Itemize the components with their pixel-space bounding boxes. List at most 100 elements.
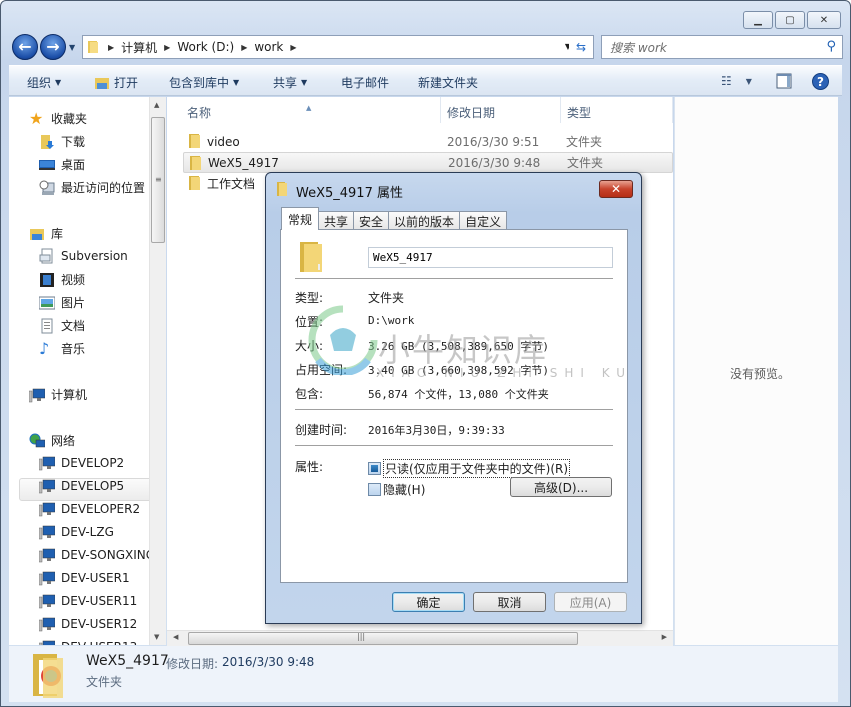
sidebar-favorites[interactable]: ★ 收藏夹 xyxy=(29,110,87,127)
minimize-button[interactable]: ▁ xyxy=(743,11,773,29)
close-button[interactable]: ✕ xyxy=(807,11,841,29)
refresh-icon: ⇆ xyxy=(575,40,587,54)
cancel-button[interactable]: 取消 xyxy=(473,592,546,612)
breadcrumb-drive[interactable]: Work (D:) xyxy=(177,40,234,54)
column-divider[interactable] xyxy=(560,97,561,123)
sidebar-libraries[interactable]: 库 xyxy=(29,225,63,242)
sidebar-item-network-pc[interactable]: DEVELOP5 xyxy=(39,478,124,494)
sidebar-item-network-pc[interactable]: DEV-USER1 xyxy=(39,570,130,586)
breadcrumb-computer[interactable]: 计算机 xyxy=(121,39,157,56)
tab-sharing[interactable]: 共享 xyxy=(318,211,355,230)
sidebar-item-subversion[interactable]: Subversion xyxy=(39,248,128,264)
file-row[interactable]: video 2016/3/30 9:51 文件夹 xyxy=(183,131,673,152)
close-icon: ✕ xyxy=(610,182,622,196)
sidebar-network[interactable]: 网络 xyxy=(29,432,75,449)
sidebar-item-network-pc[interactable]: DEV-USER12 xyxy=(39,616,137,632)
navigation-bar: ← → ▼ ▶ 计算机 ▶ Work (D:) ▶ work ▶ ▼ ⇆ 搜索 … xyxy=(9,34,843,60)
sidebar-item-desktop[interactable]: 桌面 xyxy=(39,156,85,173)
sidebar-network-label: 网络 xyxy=(51,434,76,448)
sidebar-item-label: DEV-USER11 xyxy=(61,594,138,608)
tab-security[interactable]: 安全 xyxy=(353,211,390,230)
computer-icon xyxy=(39,479,55,494)
breadcrumb-separator-icon[interactable]: ▶ xyxy=(164,43,170,52)
sidebar-item-network-pc[interactable]: DEV-USER11 xyxy=(39,593,137,609)
tab-previous-versions[interactable]: 以前的版本 xyxy=(388,211,461,230)
apply-button[interactable]: 应用(A) xyxy=(554,592,627,612)
scroll-up-icon[interactable]: ▲ xyxy=(154,101,159,109)
column-type-header[interactable]: 类型 xyxy=(567,104,591,121)
sidebar-item-network-pc[interactable]: DEVELOP2 xyxy=(39,455,124,471)
column-name-header[interactable]: 名称 xyxy=(187,104,211,121)
sidebar-item-network-pc[interactable]: DEV-SONGXING xyxy=(39,547,155,563)
sidebar-item-videos[interactable]: 视频 xyxy=(39,271,85,288)
dialog-close-button[interactable]: ✕ xyxy=(599,180,633,198)
recent-places-icon xyxy=(39,180,55,195)
desktop-icon xyxy=(39,159,55,170)
scrollbar-thumb[interactable] xyxy=(188,632,578,645)
sidebar-item-pictures[interactable]: 图片 xyxy=(39,294,85,311)
scroll-left-icon[interactable]: ◀ xyxy=(173,633,178,641)
readonly-checkbox[interactable]: 只读(仅应用于文件夹中的文件)(R) xyxy=(368,459,571,478)
search-input[interactable]: 搜索 work ⚲ xyxy=(601,35,843,59)
include-library-menu[interactable]: 包含到库中 ▼ xyxy=(169,74,239,91)
size-label: 大小: xyxy=(295,339,324,353)
help-button[interactable]: ? xyxy=(812,73,829,93)
column-divider[interactable] xyxy=(440,97,441,123)
created-value: 2016年3月30日，9:39:33 xyxy=(368,424,505,437)
folder-name-input[interactable] xyxy=(368,247,613,268)
view-options-button[interactable]: ☷ ▼ xyxy=(721,74,752,88)
file-row-selected[interactable]: WeX5_4917 2016/3/30 9:48 文件夹 xyxy=(183,152,673,173)
sidebar-item-network-pc[interactable]: DEV-USER13 xyxy=(39,639,137,645)
chevron-down-icon: ▼ xyxy=(233,78,240,87)
breadcrumb-separator-icon[interactable]: ▶ xyxy=(108,43,114,52)
sidebar-item-recent-places[interactable]: 最近访问的位置 xyxy=(39,179,145,196)
breadcrumb-separator-icon[interactable]: ▶ xyxy=(290,43,296,52)
breadcrumb-separator-icon[interactable]: ▶ xyxy=(241,43,247,52)
folder-icon xyxy=(189,134,200,148)
scroll-right-icon[interactable]: ▶ xyxy=(662,633,667,641)
search-icon[interactable]: ⚲ xyxy=(826,39,836,54)
breadcrumb-folder[interactable]: work xyxy=(254,40,283,54)
sidebar-item-network-pc[interactable]: DEV-LZG xyxy=(39,524,114,540)
close-icon: ✕ xyxy=(819,14,829,26)
open-button[interactable]: 打开 xyxy=(94,74,138,91)
hidden-checkbox[interactable]: 隐藏(H) xyxy=(368,481,425,498)
tab-customize[interactable]: 自定义 xyxy=(459,211,508,230)
back-button[interactable]: ← xyxy=(12,34,38,60)
hidden-label: 隐藏(H) xyxy=(383,483,426,497)
tab-general[interactable]: 常规 xyxy=(281,207,320,230)
sidebar-item-downloads[interactable]: 下载 xyxy=(39,133,85,150)
preview-pane-button[interactable] xyxy=(776,73,792,92)
forward-button[interactable]: → xyxy=(40,34,66,60)
sidebar-item-label: DEVELOPER2 xyxy=(61,502,141,516)
ok-button[interactable]: 确定 xyxy=(392,592,465,612)
checkbox-indeterminate-icon[interactable] xyxy=(368,462,381,475)
documents-icon xyxy=(41,318,53,333)
maximize-button[interactable]: ▢ xyxy=(775,11,805,29)
size-on-disk-label: 占用空间: xyxy=(295,363,348,377)
sidebar-item-documents[interactable]: 文档 xyxy=(39,317,85,334)
navigation-pane-scrollbar[interactable]: ▲ ≡ ▼ xyxy=(149,97,166,645)
recent-pages-dropdown[interactable]: ▼ xyxy=(69,43,75,52)
file-list-horizontal-scrollbar[interactable]: ◀ ||| ▶ xyxy=(167,630,673,646)
checkbox-unchecked-icon[interactable] xyxy=(368,483,381,496)
email-label: 电子邮件 xyxy=(341,76,390,90)
sidebar-item-network-pc[interactable]: DEVELOPER2 xyxy=(39,501,140,517)
email-button[interactable]: 电子邮件 xyxy=(341,74,389,91)
open-folder-icon xyxy=(95,77,109,89)
sidebar-computer[interactable]: 计算机 xyxy=(29,386,87,403)
scroll-down-icon[interactable]: ▼ xyxy=(154,633,159,641)
refresh-button[interactable]: ⇆ xyxy=(569,35,594,59)
column-date-header[interactable]: 修改日期 xyxy=(447,104,495,121)
general-tab-panel: 类型: 文件夹 位置: D:\work 大小: 3.26 GB (3,508,3… xyxy=(280,229,628,583)
sidebar-item-music[interactable]: ♪ 音乐 xyxy=(39,340,85,357)
share-menu[interactable]: 共享 ▼ xyxy=(273,74,307,91)
new-folder-button[interactable]: 新建文件夹 xyxy=(418,74,478,91)
column-divider[interactable] xyxy=(672,97,673,123)
address-bar[interactable]: ▶ 计算机 ▶ Work (D:) ▶ work ▶ ▼ xyxy=(82,35,576,59)
column-header-row: ▲ 名称 修改日期 类型 xyxy=(167,97,673,125)
organize-menu[interactable]: 组织 ▼ xyxy=(27,74,61,91)
scrollbar-thumb[interactable]: ≡ xyxy=(151,117,165,243)
minimize-icon: ▁ xyxy=(754,14,762,26)
advanced-button[interactable]: 高级(D)... xyxy=(510,477,612,497)
